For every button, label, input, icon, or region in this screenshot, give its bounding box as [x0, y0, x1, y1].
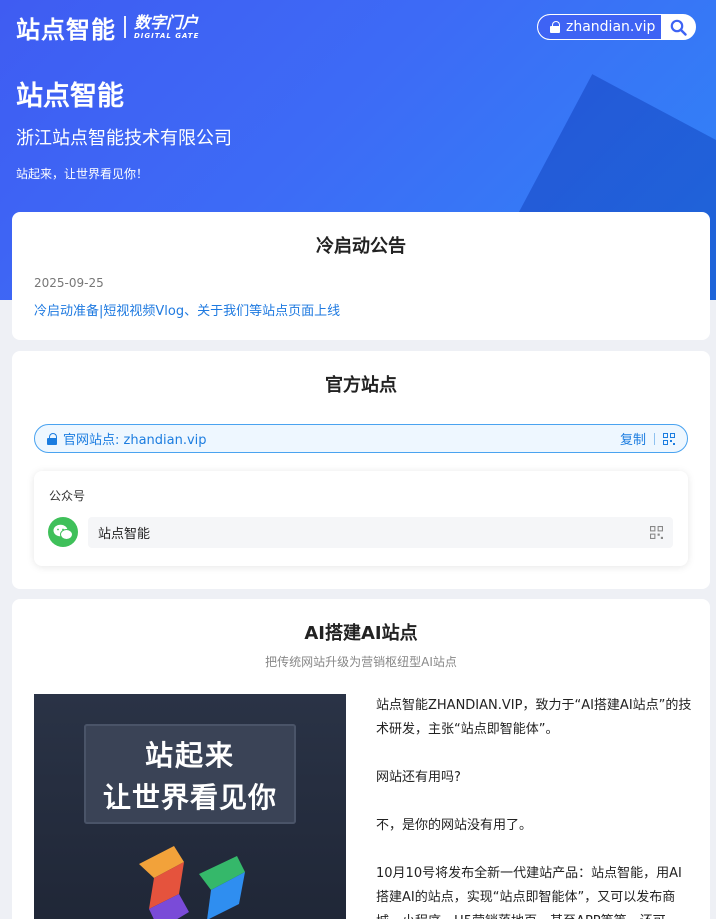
image-text-line2: 让世界看见你	[102, 781, 277, 814]
ai-paragraph: 10月10号将发布全新一代建站产品：站点智能，用AI搭建AI的站点，实现“站点即…	[376, 866, 682, 919]
ai-subtitle: 把传统网站升级为营销枢纽型AI站点	[265, 655, 457, 669]
official-site-card: 官方站点 官网站点: zhandian.vip 复制 公众号 站点智能	[12, 351, 710, 589]
company-name: 浙江站点智能技术有限公司	[16, 128, 232, 149]
official-site-bar[interactable]: 官网站点: zhandian.vip 复制	[34, 424, 688, 453]
lock-icon	[550, 21, 560, 33]
wechat-account-field[interactable]: 站点智能	[88, 517, 673, 548]
ai-paragraph: 网站还有用吗?	[376, 770, 461, 785]
divider	[654, 432, 655, 445]
notice-link[interactable]: 冷启动准备|短视视频Vlog、关于我们等站点页面上线	[34, 300, 340, 319]
hero-slogan: 站起来，让世界看见你！	[16, 167, 149, 181]
top-bar: 站点智能 数字门户 DIGITAL GATE zhandian.vip	[16, 10, 706, 44]
domain-text: zhandian.vip	[566, 19, 656, 35]
logo-subtitle-cn: 数字门户	[134, 12, 199, 32]
ai-paragraph: 不，是你的网站没有用了。	[376, 818, 533, 833]
logo-text[interactable]: 站点智能	[16, 10, 116, 45]
copy-button[interactable]: 复制	[620, 429, 646, 448]
ai-description: 站点智能ZHANDIAN.VIP，致力于“AI搭建AI站点”的技术研发，主张“站…	[376, 694, 694, 919]
wechat-icon	[48, 517, 78, 547]
notice-title: 冷启动公告	[316, 236, 406, 257]
ai-promo-image: 站起来 让世界看见你	[34, 694, 346, 919]
lock-icon	[47, 432, 57, 445]
logo-divider	[124, 16, 126, 38]
ai-intro-card: AI搭建AI站点 把传统网站升级为营销枢纽型AI站点 站起来 让世界看见你 站点…	[12, 599, 710, 919]
domain-display[interactable]: zhandian.vip	[538, 15, 661, 39]
search-icon	[670, 19, 687, 36]
brand-logo-mark	[139, 846, 245, 919]
official-title: 官方站点	[325, 375, 397, 396]
logo-subtitle-en: DIGITAL GATE	[134, 31, 200, 40]
domain-search-bar[interactable]: zhandian.vip	[537, 14, 696, 40]
ai-paragraph: 站点智能ZHANDIAN.VIP，致力于“AI搭建AI站点”的技术研发，主张“站…	[376, 698, 692, 737]
logo-subtitle: 数字门户 DIGITAL GATE	[134, 12, 200, 40]
wechat-account-name: 站点智能	[98, 527, 151, 542]
search-button[interactable]	[661, 15, 695, 39]
qr-code-icon[interactable]	[650, 526, 663, 539]
wechat-account-label: 公众号	[49, 489, 86, 503]
qr-code-icon[interactable]	[663, 432, 675, 445]
official-site-text[interactable]: 官网站点: zhandian.vip	[63, 429, 620, 448]
notice-card: 冷启动公告 2025-09-25 冷启动准备|短视视频Vlog、关于我们等站点页…	[12, 212, 710, 340]
notice-date: 2025-09-25	[34, 276, 104, 290]
ai-title: AI搭建AI站点	[304, 623, 418, 644]
hero-title: 站点智能	[16, 81, 124, 112]
image-text-line1: 站起来	[144, 739, 235, 772]
wechat-account-box: 公众号 站点智能	[34, 471, 688, 566]
image-patch: 站起来 让世界看见你	[84, 724, 296, 824]
